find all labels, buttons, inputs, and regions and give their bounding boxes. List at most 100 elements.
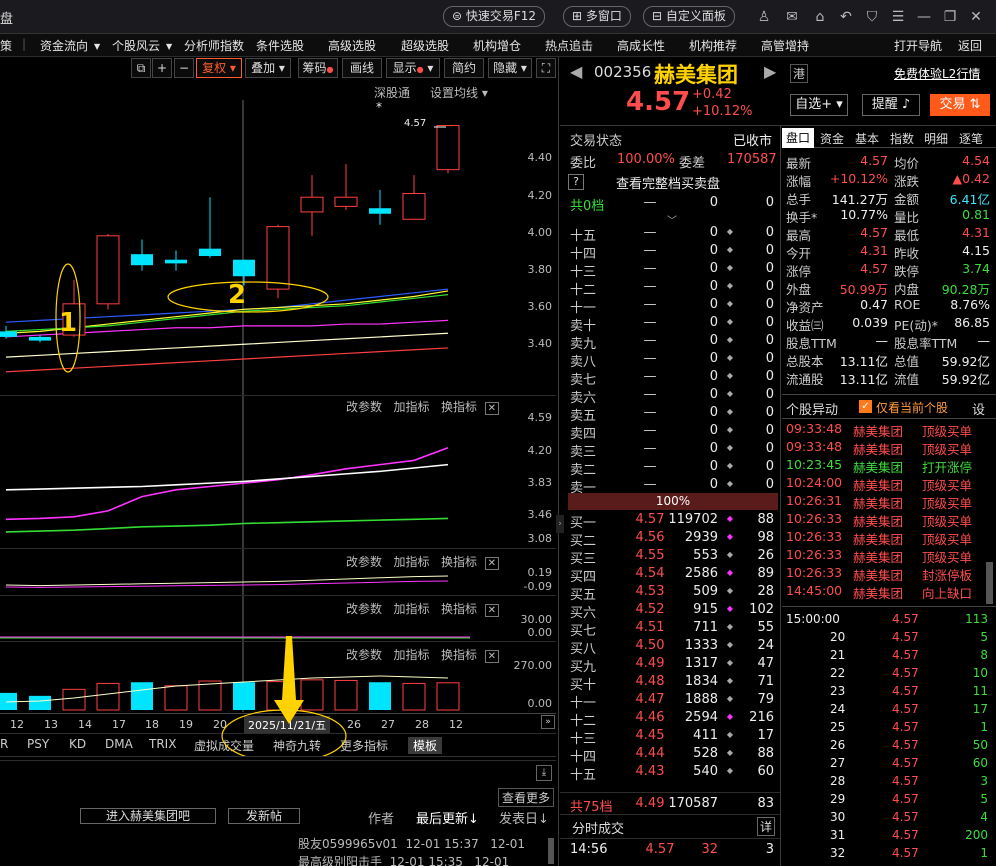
change-param-link[interactable]: 改参数 bbox=[346, 602, 382, 616]
restore-icon[interactable]: ❐ bbox=[940, 7, 960, 27]
full-book-link[interactable]: 查看完整档买卖盘 bbox=[616, 173, 720, 192]
sell-row[interactable]: 卖二 —0 ◆ 0 bbox=[568, 458, 778, 478]
new-post-button[interactable]: 发新帖 bbox=[228, 808, 300, 824]
only-current-label[interactable]: 仅看当前个股 bbox=[876, 399, 948, 416]
custom-panel-button[interactable]: ⊟ 自定义面板 bbox=[643, 6, 735, 27]
switch-indicator-link[interactable]: 换指标 bbox=[441, 648, 477, 662]
sell-row[interactable]: 卖九 —0 ◆ 0 bbox=[568, 332, 778, 352]
sell-row[interactable]: 卖一 —0 ◆ 0 bbox=[568, 476, 778, 496]
event-row[interactable]: 10:26:33 赫美集团 顶级买单 bbox=[786, 529, 986, 547]
events-settings-button[interactable]: 设 bbox=[972, 399, 985, 418]
buy-row[interactable]: 十三 4.45 411 ◆ 17 bbox=[568, 727, 778, 747]
minus-icon[interactable]: − bbox=[174, 58, 194, 78]
add-indicator-link[interactable]: 加指标 bbox=[393, 555, 429, 569]
prev-stock-icon[interactable]: ◀ bbox=[570, 62, 582, 81]
home-icon[interactable]: ⌂ bbox=[810, 7, 830, 27]
fullscreen-icon[interactable]: ⛶ bbox=[536, 58, 556, 78]
event-row[interactable]: 09:33:48 赫美集团 顶级买单 bbox=[786, 421, 986, 439]
menu-item-ce[interactable]: 策 bbox=[0, 37, 12, 54]
fuquan-button[interactable]: 复权 ▾ bbox=[196, 58, 242, 78]
download-icon[interactable]: ⤓ bbox=[536, 765, 552, 781]
menu-item-hotspot[interactable]: 热点追击 bbox=[545, 37, 593, 54]
back-icon[interactable]: ↶ bbox=[836, 7, 856, 27]
overlay-button[interactable]: 叠加 ▾ bbox=[245, 58, 291, 78]
mail-icon[interactable]: ✉ bbox=[782, 7, 802, 27]
view-more-button[interactable]: 查看更多 bbox=[498, 788, 555, 807]
tab-pankou[interactable]: 盘口 bbox=[782, 128, 814, 148]
draw-line-button[interactable]: 画线 bbox=[342, 58, 382, 78]
change-param-link[interactable]: 改参数 bbox=[346, 400, 382, 414]
buy-row[interactable]: 十二 4.46 2594 ◆ 216 bbox=[568, 709, 778, 729]
sell-row[interactable]: 十四 —0 ◆ 0 bbox=[568, 242, 778, 262]
event-row[interactable]: 10:26:31 赫美集团 顶级买单 bbox=[786, 493, 986, 511]
switch-indicator-link[interactable]: 换指标 bbox=[441, 555, 477, 569]
latest-update-column[interactable]: 最后更新↓ bbox=[416, 808, 479, 827]
buy-row[interactable]: 十五 4.43 540 ◆ 60 bbox=[568, 763, 778, 783]
tab-basic[interactable]: 基本 bbox=[855, 130, 879, 147]
close-icon[interactable]: ✕ bbox=[484, 402, 499, 415]
tab-virtual-volume[interactable]: 虚拟成交量 bbox=[194, 737, 254, 754]
buy-row[interactable]: 买八 4.50 1333 ◆ 24 bbox=[568, 637, 778, 657]
minimize-icon[interactable]: — bbox=[914, 7, 934, 27]
close-icon[interactable]: ✕ bbox=[966, 7, 986, 27]
sell-row[interactable]: 十一 —0 ◆ 0 bbox=[568, 296, 778, 316]
buy-row[interactable]: 买七 4.51 711 ◆ 55 bbox=[568, 619, 778, 639]
close-icon[interactable]: ✕ bbox=[484, 604, 499, 617]
user-icon[interactable]: ♙ bbox=[754, 7, 774, 27]
sell-row[interactable]: 卖六 —0 ◆ 0 bbox=[568, 386, 778, 406]
free-l2-link[interactable]: 免费体验L2行情 bbox=[894, 65, 980, 82]
forum-row[interactable]: 最高级别阳击手 12-01 15:35 12-01 bbox=[298, 853, 509, 866]
events-scrollbar[interactable] bbox=[986, 562, 993, 604]
simple-button[interactable]: 简约 bbox=[444, 58, 484, 78]
tab-tick[interactable]: 逐笔 bbox=[959, 130, 983, 147]
add-indicator-link[interactable]: 加指标 bbox=[393, 602, 429, 616]
help-icon[interactable]: ? bbox=[568, 174, 584, 190]
copy-icon[interactable]: ⧉ bbox=[131, 58, 151, 78]
collapse-sells-icon[interactable]: ﹀ bbox=[652, 212, 692, 227]
buy-row[interactable]: 买九 4.49 1317 ◆ 47 bbox=[568, 655, 778, 675]
buy-row[interactable]: 买一 4.57 119702 ◆ 88 bbox=[568, 511, 778, 531]
menu-item-high-growth[interactable]: 高成长性 bbox=[617, 37, 665, 54]
menu-item-back[interactable]: 返回 bbox=[958, 37, 982, 54]
event-row[interactable]: 10:26:33 赫美集团 顶级买单 bbox=[786, 511, 986, 529]
next-stock-icon[interactable]: ▶ bbox=[764, 62, 776, 81]
multi-window-button[interactable]: ⊞ 多窗口 bbox=[563, 6, 631, 27]
event-row[interactable]: 09:33:48 赫美集团 顶级买单 bbox=[786, 439, 986, 457]
checkbox-icon[interactable]: ✓ bbox=[859, 400, 872, 413]
menu-item-fund-flow[interactable]: 资金流向 bbox=[40, 37, 88, 54]
buy-row[interactable]: 十四 4.44 528 ◆ 88 bbox=[568, 745, 778, 765]
menu-item-condition-picker[interactable]: 条件选股 bbox=[256, 37, 304, 54]
enter-bar-button[interactable]: 进入赫美集团吧 bbox=[80, 808, 216, 824]
tab-template[interactable]: 模板 bbox=[408, 737, 443, 754]
close-icon[interactable]: ✕ bbox=[484, 650, 499, 663]
change-param-link[interactable]: 改参数 bbox=[346, 648, 382, 662]
trade-button[interactable]: 交易 ⇅ bbox=[930, 94, 990, 116]
menu-item-institution-rec[interactable]: 机构推荐 bbox=[689, 37, 737, 54]
menu-item-open-nav[interactable]: 打开导航 bbox=[894, 37, 942, 54]
sell-row[interactable]: 卖十 —0 ◆ 0 bbox=[568, 314, 778, 334]
tab-dma[interactable]: DMA bbox=[105, 737, 133, 751]
sell-row[interactable]: 卖八 —0 ◆ 0 bbox=[568, 350, 778, 370]
hide-button[interactable]: 隐藏 ▾ bbox=[488, 58, 532, 78]
sell-row[interactable]: 卖四 —0 ◆ 0 bbox=[568, 422, 778, 442]
close-icon[interactable]: ✕ bbox=[484, 557, 499, 570]
post-date-column[interactable]: 发表日↓ bbox=[499, 808, 549, 827]
tick-detail-button[interactable]: 详 bbox=[757, 817, 776, 836]
event-row[interactable]: 14:45:00 赫美集团 向上缺口 bbox=[786, 583, 986, 601]
menu-icon[interactable]: ☰ bbox=[888, 7, 908, 27]
scroll-right-icon[interactable]: » bbox=[541, 715, 555, 729]
tab-detail[interactable]: 明细 bbox=[924, 130, 948, 147]
menu-item-analyst-index[interactable]: 分析师指数 bbox=[184, 37, 244, 54]
buy-row[interactable]: 买六 4.52 915 ◆ 102 bbox=[568, 601, 778, 621]
tab-more-indicators[interactable]: 更多指标 bbox=[340, 737, 388, 754]
change-param-link[interactable]: 改参数 bbox=[346, 555, 382, 569]
switch-indicator-link[interactable]: 换指标 bbox=[441, 400, 477, 414]
tab-r[interactable]: R bbox=[0, 737, 8, 751]
add-indicator-link[interactable]: 加指标 bbox=[393, 400, 429, 414]
menu-item-stock-storm[interactable]: 个股风云 bbox=[112, 37, 160, 54]
buy-row[interactable]: 买三 4.55 553 ◆ 26 bbox=[568, 547, 778, 567]
tab-nine-turns[interactable]: 神奇九转 bbox=[273, 737, 321, 754]
tab-kd[interactable]: KD bbox=[69, 737, 86, 751]
tab-psy[interactable]: PSY bbox=[27, 737, 49, 751]
buy-row[interactable]: 十一 4.47 1888 ◆ 79 bbox=[568, 691, 778, 711]
